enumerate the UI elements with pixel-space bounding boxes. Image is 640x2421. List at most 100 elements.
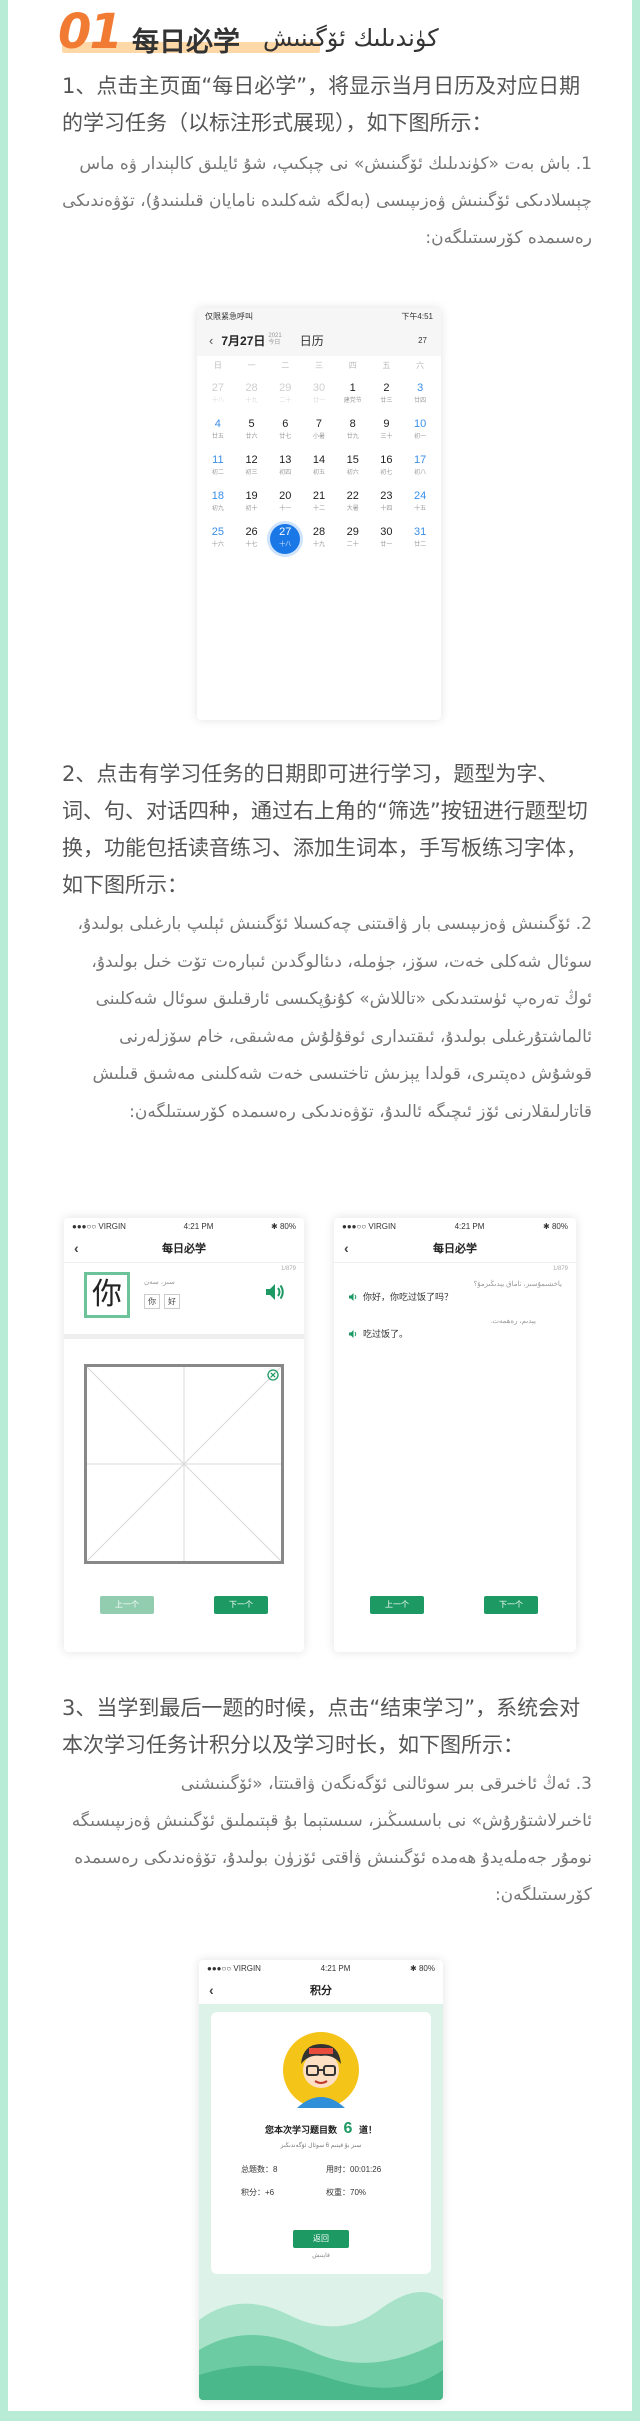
back-icon[interactable]: ‹ [344,1240,349,1256]
day-number: 12 [245,454,258,466]
calendar-day[interactable]: 30 廿一 [302,382,336,414]
back-icon[interactable]: ‹ [209,333,213,348]
calendar-day[interactable]: 11 初二 [201,454,235,486]
status-bar: 仅限紧急呼叫 下午4:51 [197,308,441,324]
calendar-day[interactable]: 6 廿七 [268,418,302,450]
day-number: 9 [383,418,390,430]
weekday-label: 三 [314,361,323,370]
day-lunar-label: 初八 [414,470,427,476]
day-lunar-label: 初二 [211,470,224,476]
calendar-day[interactable]: 12 初三 [235,454,269,486]
speaker-icon[interactable] [348,1329,359,1339]
calendar-day[interactable]: 18 初九 [201,490,235,522]
signal-icon: ●●●○○ [342,1221,369,1231]
day-number: 26 [245,526,258,538]
day-number: 30 [312,382,326,394]
nav-bar: ‹ 每日必学 [334,1234,576,1262]
day-lunar-label: 三十 [380,434,393,440]
back-icon[interactable]: ‹ [209,1982,214,1998]
day-lunar-label: 十四 [380,506,393,512]
step3-text-zh: 3、当学到最后一题的时候，点击“结束学习”，系统会对本次学习任务计积分以及学习时… [62,1696,581,1757]
dialog-progress: 1/879 [552,1266,568,1272]
calendar-day[interactable]: 25 十六 [201,526,235,558]
back-icon[interactable]: ‹ [74,1240,79,1256]
day-number: 29 [346,526,359,538]
calendar-day-selected[interactable]: 27 十八 [268,524,302,558]
calendar-day[interactable]: 19 初十 [235,490,269,522]
calendar-day[interactable]: 8 廿九 [336,418,370,450]
calendar-screenshot: 仅限紧急呼叫 下午4:51 ‹ 7月27日 2021 今日 日历 27 日一二三… [197,308,441,720]
prev-button[interactable]: 上一个 [100,1596,154,1614]
return-button-ug: قايتىش [312,2253,330,2259]
calendar-day[interactable]: 3 廿四 [403,382,437,414]
word-meaning-ug: سىز، سەن [144,1279,175,1286]
day-number: 10 [414,418,427,430]
day-lunar-label: 十六 [211,542,224,548]
day-number: 22 [346,490,359,502]
calendar-day[interactable]: 28 十九 [302,526,336,558]
calendar-day[interactable]: 4 廿五 [201,418,235,450]
day-number: 24 [414,490,427,502]
day-number: 25 [211,526,224,538]
calendar-day[interactable]: 7 小暑 [302,418,336,450]
calendar-day[interactable]: 2 廿三 [370,382,404,414]
handwriting-pad[interactable] [84,1364,284,1564]
calendar-day[interactable]: 29 二十 [268,382,302,414]
score-screenshot: ●●●○○ VIRGIN 4:21 PM ✱ 80% ‹ 积分 您本次学习题目数… [199,1960,443,2400]
day-number: 5 [248,418,255,430]
calendar-year: 2021 [268,333,282,339]
speaker-icon[interactable] [348,1292,359,1302]
weekday-row: 日一二三四五六 [197,356,441,378]
speaker-icon[interactable] [264,1282,286,1302]
day-number: 29 [279,382,292,394]
day-number: 23 [380,490,393,502]
day-lunar-label: 初一 [414,434,427,440]
return-button[interactable]: 返回 [293,2230,349,2248]
day-number: 1 [349,382,356,394]
calendar-day[interactable]: 5 廿六 [235,418,269,450]
next-button[interactable]: 下一个 [214,1596,268,1614]
word-chip[interactable]: 你 [144,1294,160,1309]
calendar-day[interactable]: 17 初八 [403,454,437,486]
calendar-day[interactable]: 21 十二 [302,490,336,522]
calendar-right-badge[interactable]: 27 [418,336,427,345]
calendar-day[interactable]: 9 三十 [370,418,404,450]
calendar-day[interactable]: 1 建党节 [336,382,370,414]
day-lunar-label: 初九 [211,506,224,512]
day-number: 2 [383,382,390,394]
calendar-day[interactable]: 23 十四 [370,490,404,522]
day-lunar-label: 十七 [245,542,258,548]
calendar-day[interactable]: 30 廿一 [370,526,404,558]
day-number: 7 [315,418,323,430]
word-practice-screenshot: ●●●○○ VIRGIN 4:21 PM ✱ 80% ‹ 每日必学 1/879 … [64,1218,304,1652]
prev-button[interactable]: 上一个 [370,1596,424,1614]
calendar-day[interactable]: 26 十七 [235,526,269,558]
calendar-tab[interactable]: 日历 [300,332,324,349]
day-lunar-label: 十九 [245,398,258,404]
calendar-day[interactable]: 10 初一 [403,418,437,450]
calendar-day[interactable]: 13 初四 [268,454,302,486]
calendar-day[interactable]: 29 二十 [336,526,370,558]
day-number: 14 [312,454,326,466]
calendar-day[interactable]: 24 十五 [403,490,437,522]
signal-icon: ●●●○○ [72,1221,99,1231]
day-lunar-label: 初三 [245,470,258,476]
calendar-day[interactable]: 14 初五 [302,454,336,486]
status-bar: ●●●○○ VIRGIN 4:21 PM ✱ 80% [64,1218,304,1234]
day-lunar-label: 二十 [346,542,359,548]
calendar-day[interactable]: 22 大暑 [336,490,370,522]
calendar-day[interactable]: 28 十九 [235,382,269,414]
character-box: 你 [84,1272,130,1318]
score-card: 您本次学习题目数 6 道！ سىز بۇ قېتىم 6 سوئال ئۆگەن… [211,2012,431,2274]
calendar-day[interactable]: 27 十八 [201,382,235,414]
next-button[interactable]: 下一个 [484,1596,538,1614]
day-number: 21 [312,490,326,502]
calendar-day[interactable]: 16 初七 [370,454,404,486]
clear-pad-icon[interactable] [267,1369,279,1381]
calendar-day[interactable]: 31 廿二 [403,526,437,558]
day-number: 28 [245,382,258,394]
word-chip[interactable]: 好 [164,1294,180,1309]
calendar-day[interactable]: 20 十一 [268,490,302,522]
dialog-line: 你好，你吃过饭了吗？ [334,1290,576,1303]
calendar-day[interactable]: 15 初六 [336,454,370,486]
